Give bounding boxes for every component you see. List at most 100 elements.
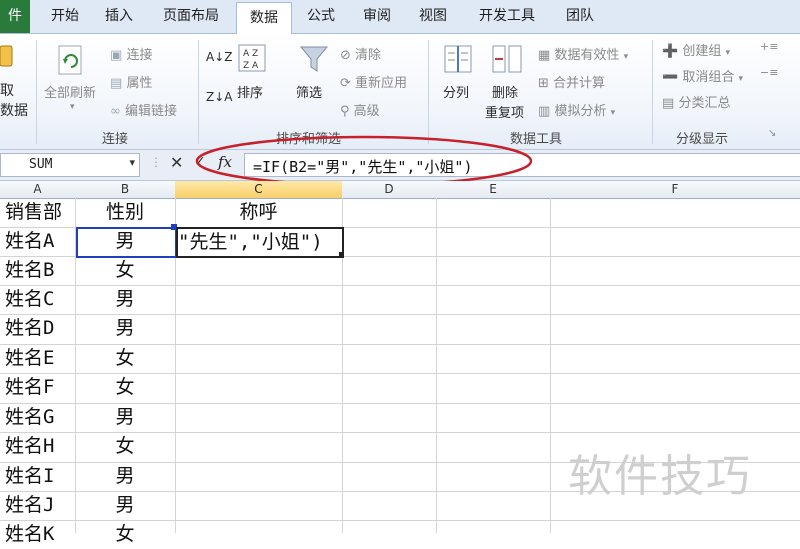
ribbon-separator [198,40,199,144]
what-if-analysis-button[interactable]: ▥ 模拟分析 ▾ [538,100,615,119]
cell-gender[interactable]: 男 [75,314,175,343]
cell-gender[interactable]: 女 [75,256,175,285]
clear-filter-button[interactable]: ⊘ 清除 [340,44,381,63]
tab-insert[interactable]: 插入 [92,0,146,33]
consolidate-button[interactable]: ⊞ 合并计算 [538,72,605,91]
refresh-all-label: 全部刷新 [44,86,97,101]
splitter-handle-icon[interactable]: ⋮ [150,155,162,169]
tab-team[interactable]: 团队 [556,0,604,33]
get-data-label-2: 数据 [0,103,28,119]
clear-filter-icon: ⊘ [340,48,351,63]
tab-page-layout[interactable]: 页面布局 [150,0,232,33]
group-icon: ➕ [662,44,679,59]
cell-c1[interactable]: 称呼 [175,198,342,227]
column-header-a[interactable]: A [0,181,76,199]
cell-gender[interactable]: 男 [75,462,175,491]
cell-gender[interactable]: 女 [75,520,175,549]
cell-name[interactable]: 姓名A [5,227,54,256]
cell-gender[interactable]: 女 [75,432,175,461]
cell-gender[interactable]: 男 [75,403,175,432]
cell-name[interactable]: 姓名E [5,344,54,373]
tab-home[interactable]: 开始 [40,0,90,33]
edit-links-button[interactable]: ∞ 编辑链接 [110,100,177,119]
cell-name[interactable]: 姓名B [5,256,54,285]
ungroup-label: 取消组合 [682,70,735,85]
tab-view[interactable]: 视图 [408,0,458,33]
name-box[interactable]: SUM ▾ [0,153,140,177]
what-if-label: 模拟分析 [554,104,607,119]
cell-name[interactable]: 姓名D [5,314,54,343]
subtotal-icon: ▤ [662,96,675,111]
tab-data[interactable]: 数据 [236,2,292,35]
cell-gender[interactable]: 男 [75,491,175,520]
ungroup-icon: ➖ [662,70,679,85]
data-validation-label: 数据有效性 [554,48,620,63]
cell-a1[interactable]: 销售部 [5,198,62,227]
tab-file[interactable]: 件 [0,0,30,33]
cell-b1[interactable]: 性别 [75,198,175,227]
edit-links-label: 编辑链接 [124,104,177,119]
tab-review[interactable]: 审阅 [352,0,402,33]
cell-name[interactable]: 姓名I [5,462,54,491]
svg-text:Z A: Z A [243,61,259,71]
group-label-sort-filter: 排序和筛选 [276,132,342,147]
insert-function-icon[interactable]: fx [218,153,232,171]
properties-label: 属性 [126,76,153,91]
sort-label: 排序 [237,86,264,101]
dialog-launcher-icon[interactable]: ↘ [768,128,776,139]
consolidate-icon: ⊞ [538,76,549,91]
show-detail-icon[interactable]: +≡ [760,40,778,53]
properties-button[interactable]: ▤ 属性 [110,72,152,91]
chevron-down-icon[interactable]: ▾ [129,156,135,169]
column-header-e[interactable]: E [436,181,551,199]
ribbon-separator [652,40,653,144]
cell-name[interactable]: 姓名G [5,403,54,432]
ungroup-button[interactable]: ➖ 取消组合 ▾ [662,66,743,85]
text-to-columns-label: 分列 [443,86,470,101]
sort-descending-icon[interactable]: Z↓A [206,90,232,104]
formula-text: =IF(B2="男","先生","小姐") [253,158,473,176]
cell-gender[interactable]: 女 [75,344,175,373]
cell-name[interactable]: 姓名J [5,491,54,520]
subtotal-button[interactable]: ▤ 分类汇总 [662,92,730,111]
data-validation-button[interactable]: ▦ 数据有效性 ▾ [538,44,628,63]
ribbon: 取 数据 全部刷新 ▾ ▣ 连接 ▤ 属性 ∞ 编辑链接 连接 A↓Z Z↓A … [0,34,800,150]
hide-detail-icon[interactable]: −≡ [760,66,778,79]
cell-name[interactable]: 姓名C [5,285,54,314]
filter-icon [299,46,329,72]
group-button[interactable]: ➕ 创建组 ▾ [662,40,730,59]
connections-button[interactable]: ▣ 连接 [110,44,152,63]
sort-ascending-icon[interactable]: A↓Z [206,50,232,64]
properties-icon: ▤ [110,76,123,91]
cell-gender[interactable]: 男 [75,285,175,314]
ribbon-tab-bar: 件 开始 插入 页面布局 数据 公式 审阅 视图 开发工具 团队 [0,0,800,35]
consolidate-label: 合并计算 [553,76,606,91]
filter-label: 筛选 [296,86,323,101]
cell-name[interactable]: 姓名K [5,520,54,549]
cancel-icon[interactable]: ✕ [170,153,183,172]
cell-name[interactable]: 姓名F [5,373,54,402]
watermark: 软件技巧 [568,451,752,502]
connections-label: 连接 [126,48,153,63]
formula-input[interactable]: =IF(B2="男","先生","小姐") [244,153,800,177]
tab-formulas[interactable]: 公式 [296,0,346,33]
advanced-filter-label: 高级 [353,104,380,119]
enter-icon[interactable]: ✓ [194,154,206,170]
column-header-d[interactable]: D [342,181,437,199]
what-if-icon: ▥ [538,104,551,119]
reapply-button[interactable]: ⟳ 重新应用 [340,72,407,91]
tab-developer[interactable]: 开发工具 [466,0,548,33]
cell-name[interactable]: 姓名H [5,432,54,461]
column-header-f[interactable]: F [550,181,800,199]
column-header-b[interactable]: B [75,181,176,199]
cell-c2-editing[interactable]: "先生","小姐") [176,227,344,258]
chevron-down-icon: ▾ [610,108,616,118]
chevron-down-icon: ▾ [623,52,629,62]
advanced-filter-button[interactable]: ⚲ 高级 [340,100,380,119]
text-to-columns-icon [444,45,472,73]
sort-icon: A Z Z A [238,44,266,72]
chevron-down-icon: ▾ [70,102,75,112]
cell-gender[interactable]: 女 [75,373,175,402]
fill-handle[interactable] [339,252,344,257]
column-header-c[interactable]: C [175,181,343,199]
